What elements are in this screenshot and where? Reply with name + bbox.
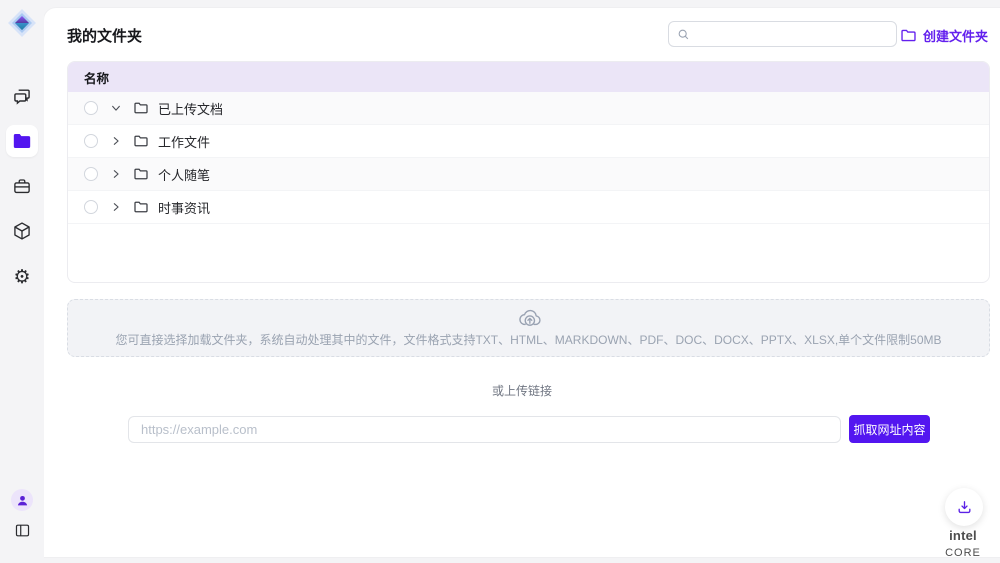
chat-icon: [12, 86, 32, 106]
person-icon: [16, 494, 29, 507]
row-checkbox[interactable]: [84, 101, 98, 115]
upload-dropzone[interactable]: 您可直接选择加载文件夹，系统自动处理其中的文件，文件格式支持TXT、HTML、M…: [67, 299, 990, 357]
search-icon: [677, 28, 690, 41]
create-folder-button[interactable]: 创建文件夹: [901, 26, 988, 45]
folder-rows: 已上传文档 工作文件: [68, 92, 989, 224]
row-checkbox[interactable]: [84, 200, 98, 214]
app-logo[interactable]: [7, 8, 37, 38]
main-panel: 我的文件夹 创建文件夹 名称: [44, 8, 1000, 557]
folder-row[interactable]: 时事资讯: [68, 191, 989, 224]
cloud-upload-icon: [517, 308, 541, 328]
row-checkbox[interactable]: [84, 167, 98, 181]
chevron-icon[interactable]: [111, 103, 121, 113]
diamond-logo-icon: [7, 8, 37, 38]
chevron-icon[interactable]: [111, 169, 121, 179]
briefcase-icon: [12, 177, 32, 196]
folder-name: 已上传文档: [158, 99, 223, 118]
page-title: 我的文件夹: [67, 25, 142, 46]
fetch-url-button[interactable]: 抓取网址内容: [849, 415, 930, 443]
upload-hint-text: 您可直接选择加载文件夹，系统自动处理其中的文件，文件格式支持TXT、HTML、M…: [115, 331, 941, 348]
table-header-row: 名称: [68, 62, 989, 92]
sidebar-item-folders[interactable]: [6, 125, 38, 157]
intel-brand-text: intel: [949, 528, 977, 543]
folder-name: 个人随笔: [158, 165, 210, 184]
folder-icon: [134, 201, 148, 213]
user-avatar[interactable]: [11, 489, 33, 511]
folder-icon: [134, 135, 148, 147]
sidebar-item-chat[interactable]: [6, 80, 38, 112]
folder-row[interactable]: 已上传文档: [68, 92, 989, 125]
name-column-header: 名称: [84, 68, 109, 87]
folder-name: 工作文件: [158, 132, 210, 151]
search-input[interactable]: [696, 27, 888, 41]
sidebar: ⚙: [0, 0, 44, 563]
sidebar-item-settings[interactable]: ⚙: [6, 261, 38, 293]
row-checkbox[interactable]: [84, 134, 98, 148]
folder-name: 时事资讯: [158, 198, 210, 217]
chevron-icon[interactable]: [111, 136, 121, 146]
folder-row[interactable]: 个人随笔: [68, 158, 989, 191]
intel-core-text: CORE: [945, 547, 981, 559]
folder-icon: [134, 102, 148, 114]
collapse-sidebar-button[interactable]: [9, 517, 35, 543]
folder-row[interactable]: 工作文件: [68, 125, 989, 158]
panel-collapse-icon: [14, 522, 31, 539]
sidebar-item-toolbox[interactable]: [6, 170, 38, 202]
gear-icon: ⚙: [13, 268, 30, 287]
download-icon: [956, 499, 973, 516]
chevron-icon[interactable]: [111, 202, 121, 212]
download-fab-button[interactable]: [945, 488, 983, 526]
sidebar-item-models[interactable]: [6, 215, 38, 247]
folder-plus-icon: [901, 29, 916, 42]
url-input[interactable]: [128, 416, 841, 443]
search-box[interactable]: [668, 21, 897, 47]
folder-icon: [134, 168, 148, 180]
create-folder-label: 创建文件夹: [923, 26, 988, 45]
folder-table: 名称 已上传文档: [67, 61, 990, 283]
cube-icon: [12, 221, 32, 241]
intel-core-badge: intel CORE ULTRA: [930, 528, 996, 563]
or-upload-link-label: 或上传链接: [44, 382, 1000, 399]
folder-active-icon: [13, 133, 31, 149]
